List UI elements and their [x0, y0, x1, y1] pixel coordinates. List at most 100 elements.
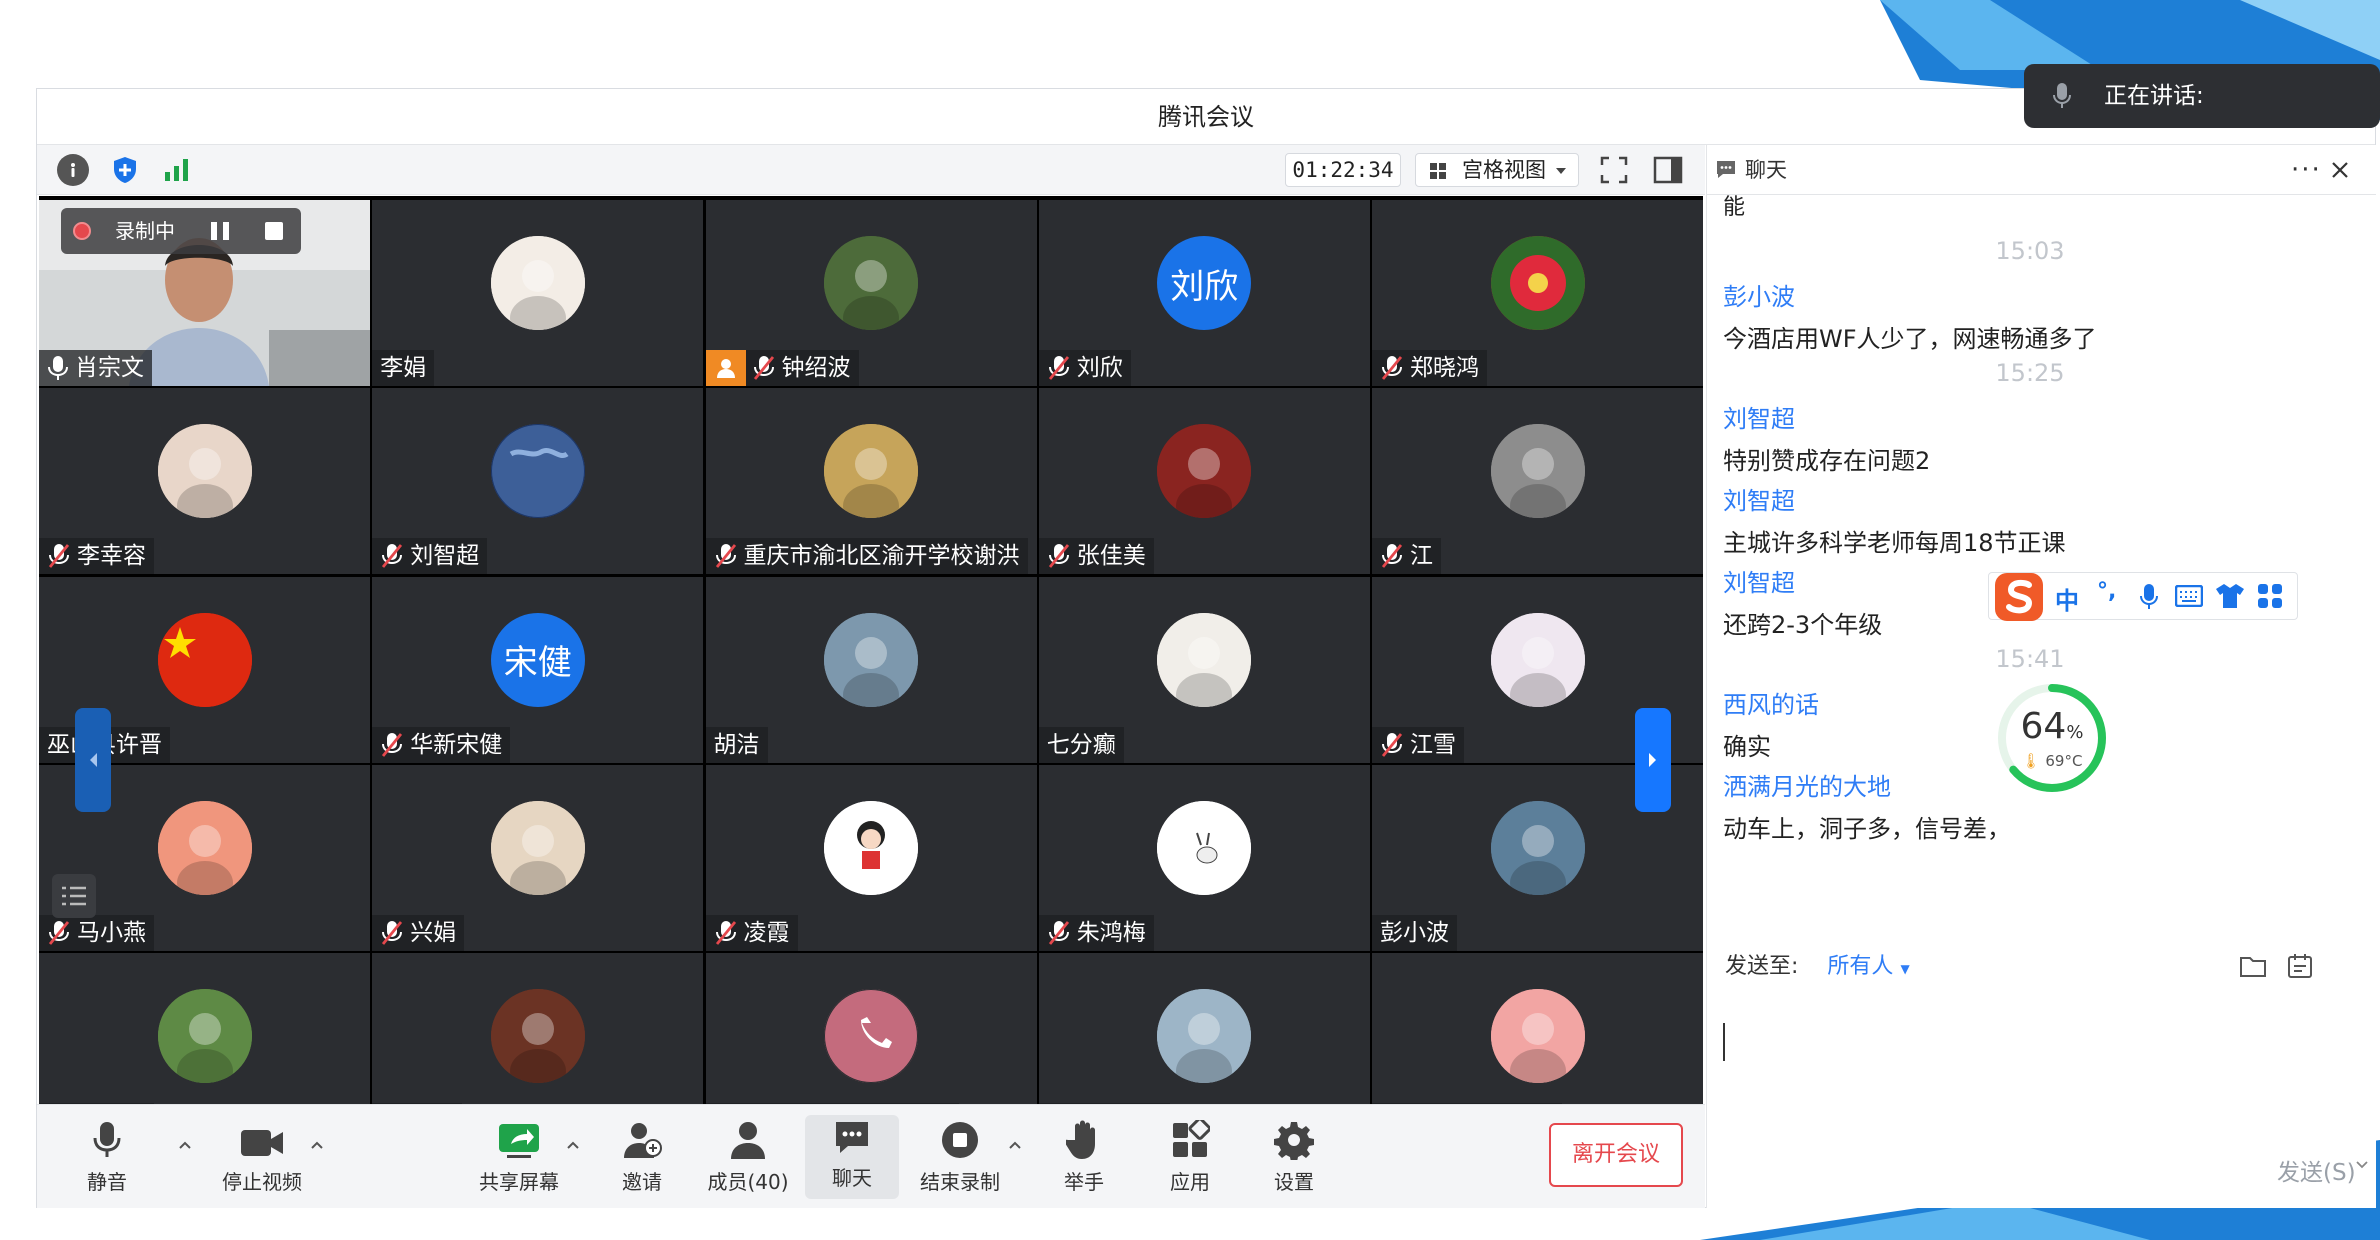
participant-tile[interactable]: 凌霞: [705, 764, 1037, 951]
participant-tile[interactable]: 万盛何柏维: [1038, 953, 1370, 1104]
participant-tile[interactable]: rmc: [372, 953, 704, 1104]
participant-tile[interactable]: 江: [1372, 388, 1703, 575]
chat-sender[interactable]: 洒满月光的大地: [1723, 767, 1891, 802]
meeting-window: 腾讯会议 01:22:34 宫格视图 录制中 肖宗文 李娟 钟绍波 刘欣 刘欣 郑晓鸿 李幸容…: [36, 88, 2376, 1208]
participant-tile[interactable]: 七分癫: [1038, 576, 1370, 763]
participant-name: 张佳美: [1076, 543, 1146, 570]
leave-meeting-button[interactable]: 离开会议: [1549, 1123, 1683, 1187]
toolbox-icon[interactable]: [2257, 583, 2283, 609]
shirt-icon[interactable]: [2215, 583, 2245, 609]
signal-icon[interactable]: [161, 154, 193, 186]
shield-icon[interactable]: [109, 154, 141, 186]
stop-icon[interactable]: [265, 222, 283, 240]
avatar: [1157, 989, 1252, 1083]
stop-video-button[interactable]: 停止视频: [177, 1105, 347, 1209]
avatar: [1490, 989, 1585, 1083]
participant-tile[interactable]: 张佳美: [1038, 388, 1370, 575]
members-button[interactable]: 成员(40): [695, 1105, 801, 1209]
share-screen-button[interactable]: 共享屏幕: [449, 1105, 589, 1209]
avatar: [490, 800, 585, 895]
participant-tile[interactable]: 兴娟: [372, 764, 704, 951]
participant-tile[interactable]: 李娟: [372, 200, 704, 386]
microphone-muted-icon: [382, 732, 403, 757]
chevron-up-icon[interactable]: [309, 1137, 325, 1153]
chat-input[interactable]: [1723, 1023, 1725, 1061]
raise-hand-button[interactable]: 举手: [1039, 1105, 1129, 1209]
avatar: [157, 989, 252, 1083]
participant-tile[interactable]: 胡洁: [705, 576, 1037, 763]
participant-tile[interactable]: 宋健 华新宋健: [372, 576, 704, 763]
chat-sender[interactable]: 刘智超: [1723, 563, 1795, 598]
participant-tile[interactable]: 李幸容: [39, 388, 370, 575]
view-mode-dropdown[interactable]: 宫格视图: [1415, 153, 1579, 187]
microphone-muted-icon: [48, 920, 70, 945]
apps-button[interactable]: 应用: [1145, 1105, 1235, 1209]
chevron-up-icon[interactable]: [1007, 1137, 1023, 1153]
participant-tile[interactable]: 重庆市渝北区渝开学校谢洪: [705, 388, 1037, 575]
gear-icon: [1274, 1122, 1314, 1160]
folder-icon[interactable]: [2239, 953, 2269, 979]
keyboard-icon[interactable]: [2175, 585, 2203, 607]
participant-name: 彭小波: [1380, 919, 1449, 946]
pause-icon[interactable]: [211, 222, 217, 240]
announcement-icon[interactable]: [2285, 951, 2315, 981]
avatar: [157, 424, 252, 519]
participant-tile[interactable]: 郑晓鸿: [1372, 200, 1703, 386]
chat-messages[interactable]: 能 15:03 彭小波 今酒店用WF人少了，网速畅通多了 15:25 刘智超 特别赞成存在问…: [1707, 195, 2376, 937]
chevron-up-icon[interactable]: [565, 1137, 581, 1153]
participant-tile[interactable]: 刘欣 刘欣: [1038, 200, 1370, 386]
ime-mode[interactable]: 中: [2055, 581, 2079, 616]
chat-sender[interactable]: 刘智超: [1723, 481, 1795, 516]
end-record-button[interactable]: 结束录制: [905, 1105, 1015, 1209]
avatar: [1157, 800, 1252, 895]
microphone-icon: [48, 356, 68, 380]
info-icon[interactable]: [57, 154, 89, 186]
ime-punctuation[interactable]: °,: [2097, 579, 2116, 604]
invite-button[interactable]: 邀请: [597, 1105, 687, 1209]
avatar: [824, 800, 918, 895]
mute-button[interactable]: 静音: [57, 1105, 157, 1209]
chat-sender[interactable]: 西风的话: [1723, 685, 1819, 720]
participant-name: 刘欣: [1076, 355, 1123, 381]
sogou-logo-icon: [1995, 573, 2043, 621]
microphone-icon[interactable]: [2139, 583, 2159, 611]
participant-tile[interactable]: 刘智超: [372, 388, 704, 575]
participant-name: 江雪: [1410, 731, 1456, 758]
send-button[interactable]: 发送(S): [2277, 1153, 2356, 1187]
participant-tile[interactable]: 录制中 肖宗文: [39, 200, 370, 386]
settings-button[interactable]: 设置: [1249, 1105, 1339, 1209]
participant-nameplate: 朱鸿梅: [1038, 914, 1154, 951]
chat-button[interactable]: 聊天: [805, 1115, 899, 1199]
microphone-muted-icon: [753, 356, 774, 380]
participant-tile[interactable]: 张艳林: [39, 953, 370, 1104]
chevron-down-icon[interactable]: [2355, 1159, 2369, 1171]
participant-tile[interactable]: 21科教张衡昌: [1372, 953, 1703, 1104]
participant-tile[interactable]: 正在接听系统电话南坪金科小学万亚娟: [705, 953, 1037, 1104]
avatar: [157, 612, 252, 707]
ime-toolbar[interactable]: 中 °,: [1988, 572, 2298, 621]
mute-label: 静音: [87, 1170, 127, 1194]
apps-icon: [1173, 1120, 1210, 1157]
participant-tile[interactable]: 钟绍波: [705, 200, 1037, 386]
chat-message-fragment: 能: [1723, 195, 1746, 220]
speaking-label: 正在讲话:: [2104, 83, 2204, 109]
prev-page-button[interactable]: [75, 708, 111, 812]
performance-gauge[interactable]: 64% 🌡 69°C: [1996, 682, 2108, 794]
sidebar-icon[interactable]: [1651, 153, 1685, 187]
send-to-dropdown[interactable]: 所有人 ▼: [1827, 954, 1909, 979]
avatar: [490, 236, 585, 330]
more-icon[interactable]: ···: [2291, 145, 2322, 195]
next-page-button[interactable]: [1635, 708, 1671, 812]
participant-tile[interactable]: 朱鸿梅: [1038, 764, 1370, 951]
close-icon[interactable]: [2331, 161, 2349, 179]
chat-sender[interactable]: 彭小波: [1723, 277, 1795, 312]
message-list-icon[interactable]: [52, 874, 96, 918]
chat-sender[interactable]: 刘智超: [1723, 399, 1795, 434]
thermometer-icon: 🌡: [2021, 752, 2041, 770]
grid-view-icon: [1430, 163, 1446, 179]
gauge-percent-sign: %: [2066, 722, 2084, 743]
microphone-muted-icon: [1048, 356, 1069, 380]
gauge-percent: 64: [2020, 706, 2067, 747]
fullscreen-icon[interactable]: [1597, 153, 1631, 187]
pause-icon[interactable]: [223, 222, 229, 240]
